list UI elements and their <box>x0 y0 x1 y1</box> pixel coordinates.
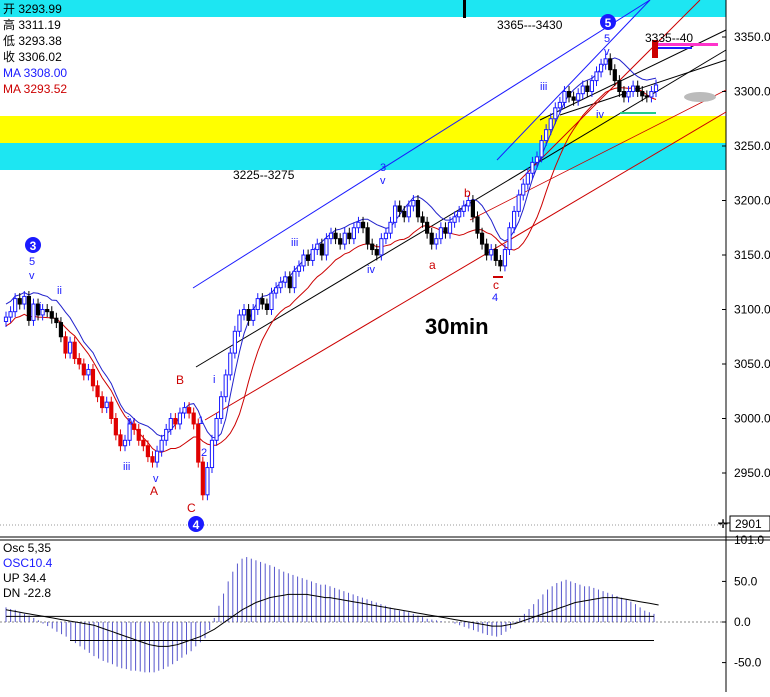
ohlc-high: 高 3311.19 <box>3 17 61 32</box>
price-tick-label: 2950.0 <box>734 466 770 480</box>
wave-label-iv-left: iv <box>127 415 135 427</box>
svg-text:✛: ✛ <box>718 517 728 531</box>
wave-label-iv-mid: iv <box>367 264 375 276</box>
price-tick-label: 3300.0 <box>734 85 770 99</box>
resistance-zone-cyan <box>0 0 726 17</box>
wave-label-iii-left: iii <box>123 461 130 473</box>
osc-info-panel: Osc 5,35 OSC10.4 UP 34.4 DN -22.8 <box>3 541 53 600</box>
osc-up: UP 34.4 <box>3 571 46 585</box>
wave-label-3-mid: 3 <box>380 162 386 174</box>
wave-label-4-mid: 4 <box>492 292 498 304</box>
range-label-mid: 3225--3275 <box>233 168 295 182</box>
support-zone-yellow <box>0 116 726 143</box>
osc-tick-label: 101.0 <box>734 533 764 547</box>
price-tick-label: 3050.0 <box>734 357 770 371</box>
wave-circle-5: 5 <box>600 14 616 30</box>
osc-dn: DN -22.8 <box>3 586 51 600</box>
ohlc-low: 低 3293.38 <box>3 34 62 48</box>
support-zone-cyan <box>0 143 726 170</box>
wave-label-C: C <box>187 501 196 515</box>
wave-label-b: b <box>464 186 471 200</box>
wave-label-v-mid: v <box>380 175 386 187</box>
wave-label-2: 2 <box>201 447 207 459</box>
wave-label-v-left: v <box>29 270 35 282</box>
price-tick-label: 3100.0 <box>734 303 770 317</box>
price-tick-label: 3350.0 <box>734 30 770 44</box>
wave-label-iii-mid: iii <box>291 237 298 249</box>
candle <box>26 290 31 326</box>
wave-label-v-right: v <box>604 46 610 58</box>
candle <box>200 456 205 501</box>
wave-label-iv-right: iv <box>596 109 604 121</box>
svg-text:2901: 2901 <box>735 517 762 531</box>
wave-circle-3: 3 <box>25 237 41 253</box>
svg-text:3: 3 <box>30 239 37 253</box>
osc-tick-label: 50.0 <box>734 574 758 588</box>
range-label-right: 3335--40 <box>645 31 693 45</box>
ma-blue-value: MA 3308.00 <box>3 66 67 80</box>
wave-label-c: c <box>493 278 499 292</box>
wave-label-iii-right: iii <box>540 81 547 93</box>
svg-text:4: 4 <box>193 518 200 532</box>
wave-label-A: A <box>150 484 158 498</box>
wave-label-B: B <box>176 373 184 387</box>
price-tick-label: 3150.0 <box>734 248 770 262</box>
current-price-marker: 2901 ✛ <box>718 515 770 532</box>
price-tick-label: 3250.0 <box>734 139 770 153</box>
osc-title: Osc 5,35 <box>3 541 51 555</box>
ma-red-value: MA 3293.52 <box>3 82 67 96</box>
chart-window: 3 5 4 5 v i ii iii iv v 1 2 i iii 3 v iv… <box>0 0 770 692</box>
ohlc-open: 开 3293.99 <box>3 2 62 16</box>
price-tick-label: 3200.0 <box>734 194 770 208</box>
osc-tick-label: 0.0 <box>734 615 751 629</box>
wave-label-ii-left: ii <box>57 285 62 297</box>
candle <box>205 462 210 501</box>
candle <box>209 434 215 473</box>
wave-label-a: a <box>429 258 436 272</box>
range-label-top: 3365---3430 <box>497 18 563 32</box>
svg-text:5: 5 <box>605 16 612 30</box>
osc-tick-label: -50.0 <box>734 656 762 670</box>
wave-label-i-small: i <box>213 374 215 386</box>
wave-label-5-right: 5 <box>604 33 610 45</box>
wave-label-1: 1 <box>198 415 204 427</box>
wave-label-5-left: 5 <box>29 256 35 268</box>
timeframe-label: 30min <box>425 314 489 339</box>
wave-circle-4: 4 <box>188 516 204 532</box>
target-ellipse <box>684 92 716 102</box>
price-tick-label: 3000.0 <box>734 412 770 426</box>
chart-canvas: 3 5 4 5 v i ii iii iv v 1 2 i iii 3 v iv… <box>0 0 770 692</box>
ohlc-close: 收 3306.02 <box>3 50 62 64</box>
osc-value: OSC10.4 <box>3 556 53 570</box>
wave-label-i-left: i <box>39 301 41 313</box>
